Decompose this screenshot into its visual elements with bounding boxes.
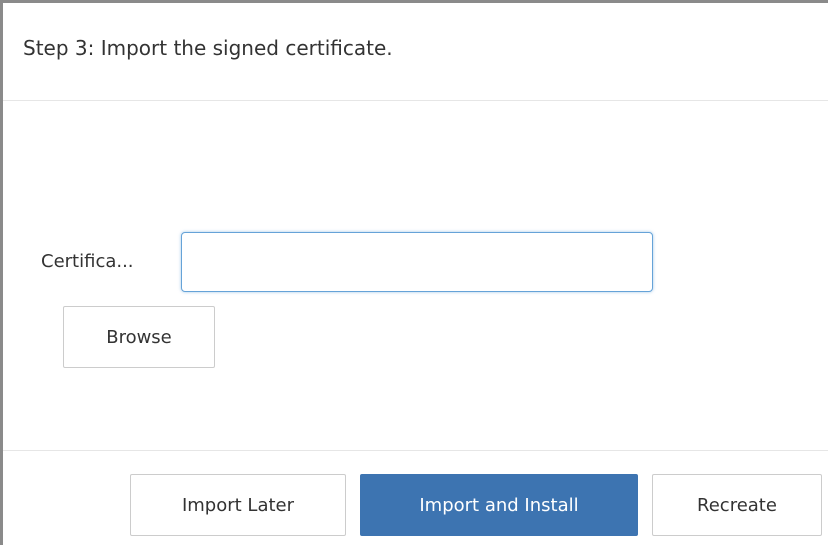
import-and-install-button[interactable]: Import and Install bbox=[360, 474, 638, 536]
recreate-button[interactable]: Recreate bbox=[652, 474, 822, 536]
certificate-input[interactable] bbox=[181, 232, 653, 292]
dialog-header: Step 3: Import the signed certificate. bbox=[3, 3, 828, 101]
browse-button[interactable]: Browse bbox=[63, 306, 215, 368]
import-later-button[interactable]: Import Later bbox=[130, 474, 346, 536]
dialog-body: Certifica... Browse bbox=[3, 101, 828, 450]
dialog-title: Step 3: Import the signed certificate. bbox=[23, 36, 393, 60]
import-certificate-dialog: Step 3: Import the signed certificate. C… bbox=[0, 0, 828, 545]
certificate-label: Certifica... bbox=[41, 251, 134, 272]
dialog-footer: Import Later Import and Install Recreate bbox=[3, 450, 828, 548]
